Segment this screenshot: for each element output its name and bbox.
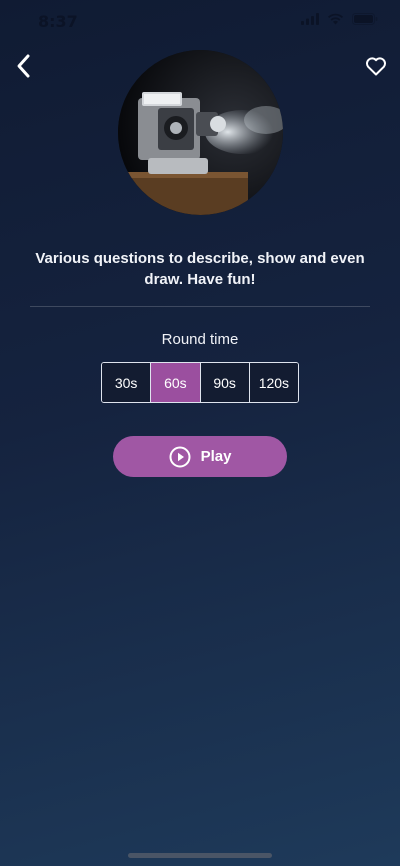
round-time-option-30s[interactable]: 30s <box>102 363 152 402</box>
projector-illustration <box>118 50 283 215</box>
divider <box>30 306 370 307</box>
round-time-label: Round time <box>161 331 239 348</box>
play-label: Play <box>200 448 232 465</box>
play-button[interactable]: Play <box>113 436 287 477</box>
play-circle-icon <box>169 446 191 467</box>
back-button[interactable] <box>12 52 36 80</box>
status-time: 8:37 <box>38 12 78 31</box>
round-time-option-120s[interactable]: 120s <box>249 363 298 402</box>
round-time-option-60s[interactable]: 60s <box>151 363 201 402</box>
round-time-option-90s[interactable]: 90s <box>200 363 250 402</box>
round-time-selector: 30s 60s 90s 120s <box>101 362 299 403</box>
favorite-button[interactable] <box>364 54 388 78</box>
heart-outline-icon <box>366 57 386 76</box>
hero-image <box>118 50 283 215</box>
status-bar: 8:37 <box>0 0 400 44</box>
home-indicator <box>128 853 272 858</box>
status-icons <box>301 13 378 25</box>
battery-icon <box>352 13 378 25</box>
chevron-left-icon <box>17 54 30 78</box>
signal-icon <box>301 13 319 25</box>
game-description: Various questions to describe, show and … <box>35 250 365 288</box>
wifi-icon <box>328 13 343 25</box>
